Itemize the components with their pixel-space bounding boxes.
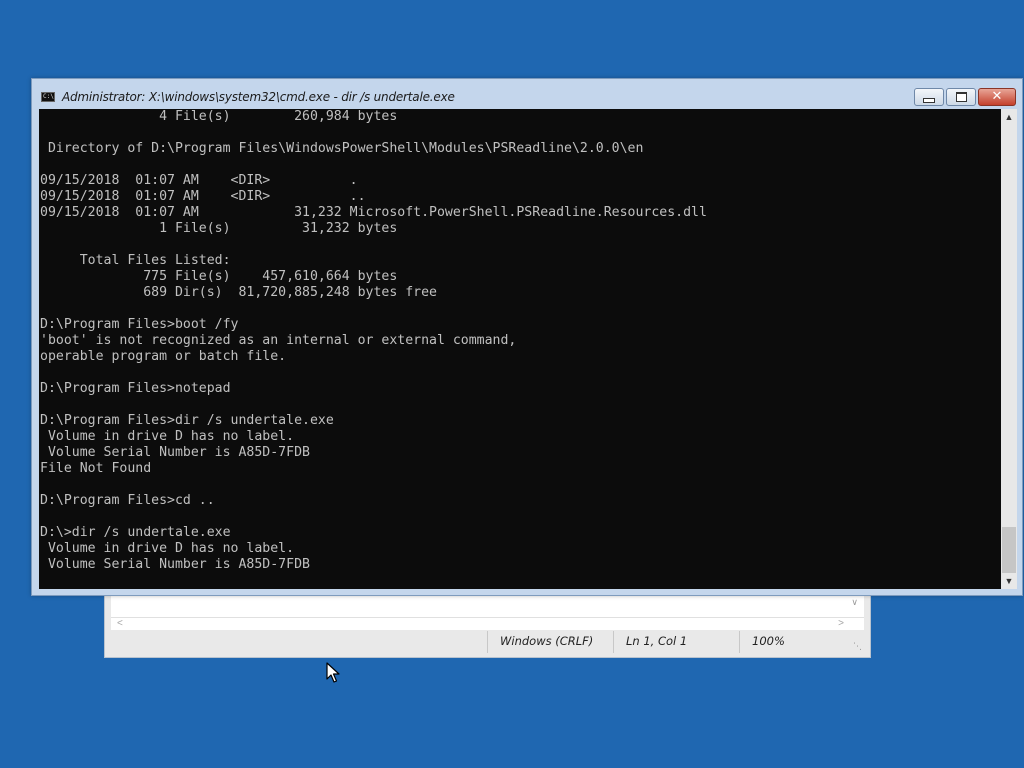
scroll-up-icon[interactable]: ▲: [1001, 109, 1017, 125]
minimize-button[interactable]: [914, 88, 944, 106]
cmd-app-icon[interactable]: C:\: [41, 92, 55, 102]
console-text: 4 File(s) 260,984 bytes Directory of D:\…: [40, 109, 707, 572]
chevron-right-icon[interactable]: >: [838, 618, 844, 629]
scroll-down-icon[interactable]: ▼: [1001, 573, 1017, 589]
status-cursor-position: Ln 1, Col 1: [613, 631, 739, 653]
vertical-scrollbar[interactable]: ▲ ▼: [1001, 109, 1017, 589]
minimize-icon: [923, 97, 935, 103]
notepad-horizontal-scrollbar[interactable]: < >: [111, 617, 864, 630]
chevron-down-icon[interactable]: ∨: [851, 597, 858, 608]
title-bar[interactable]: C:\ Administrator: X:\windows\system32\c…: [32, 79, 1022, 109]
status-encoding: Windows (CRLF): [487, 631, 613, 653]
notepad-status-bar: Windows (CRLF) Ln 1, Col 1 100% ⋱: [111, 631, 864, 653]
scrollbar-thumb[interactable]: [1002, 527, 1016, 573]
notepad-text-area[interactable]: [111, 595, 864, 617]
mouse-cursor-icon: [326, 662, 340, 683]
status-zoom: 100%: [739, 631, 866, 653]
close-icon: ✕: [991, 89, 1003, 104]
close-button[interactable]: ✕: [978, 88, 1016, 106]
window-title: Administrator: X:\windows\system32\cmd.e…: [62, 90, 455, 104]
maximize-icon: [955, 92, 967, 102]
console-output[interactable]: 4 File(s) 260,984 bytes Directory of D:\…: [39, 109, 1001, 589]
chevron-left-icon[interactable]: <: [117, 618, 123, 629]
notepad-window[interactable]: ∨ < > Windows (CRLF) Ln 1, Col 1 100% ⋱: [104, 590, 871, 658]
maximize-button[interactable]: [946, 88, 976, 106]
cmd-window[interactable]: C:\ Administrator: X:\windows\system32\c…: [31, 78, 1023, 596]
resize-grip-icon[interactable]: ⋱: [853, 642, 862, 652]
